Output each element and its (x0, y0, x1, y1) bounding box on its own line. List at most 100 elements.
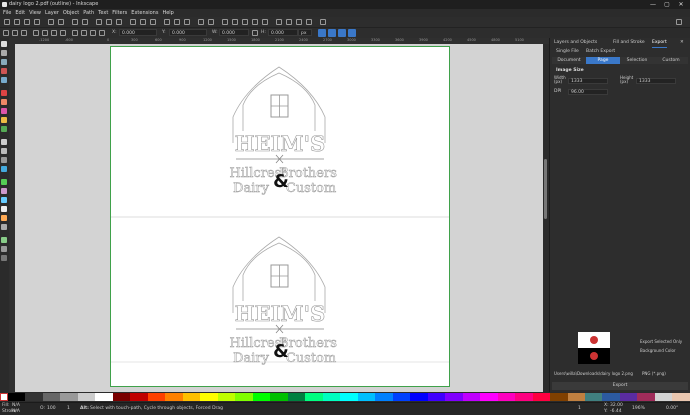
zoom-field[interactable]: 196% (632, 406, 645, 411)
save-icon[interactable] (24, 19, 30, 25)
height-field[interactable]: 1333 (636, 78, 676, 84)
export-button[interactable]: Export (552, 382, 688, 390)
color-palette[interactable] (0, 392, 690, 402)
move-gradients-icon[interactable] (338, 29, 346, 37)
color-swatch[interactable] (567, 393, 585, 401)
import-icon[interactable] (48, 19, 54, 25)
color-swatch[interactable] (147, 393, 166, 401)
subtab-custom[interactable]: Custom (654, 57, 688, 64)
color-swatch[interactable] (550, 393, 568, 401)
spiral-tool-icon[interactable] (1, 126, 7, 132)
undo-icon[interactable] (72, 19, 78, 25)
paste-icon[interactable] (116, 19, 122, 25)
y-input[interactable]: 0.000 (169, 29, 207, 36)
color-swatch[interactable] (165, 393, 183, 401)
color-swatch[interactable] (340, 393, 358, 401)
menu-text[interactable]: Text (98, 10, 108, 16)
clone-icon[interactable] (174, 19, 180, 25)
document-properties-icon[interactable] (286, 19, 292, 25)
color-swatch[interactable] (392, 393, 411, 401)
color-swatch[interactable] (270, 393, 288, 401)
gradient-tool-icon[interactable] (1, 206, 7, 212)
color-swatch[interactable] (532, 393, 551, 401)
group-icon[interactable] (198, 19, 204, 25)
menu-file[interactable]: File (3, 10, 11, 16)
redo-icon[interactable] (82, 19, 88, 25)
text-tool-icon[interactable] (1, 166, 7, 172)
flip-vertical-icon[interactable] (60, 30, 66, 36)
no-paint-swatch[interactable] (0, 393, 8, 401)
layer-indicator[interactable]: 1 (67, 406, 70, 411)
lpe-tool-icon[interactable] (1, 246, 7, 252)
stroke-value[interactable]: N/A (12, 409, 20, 414)
ellipse-tool-icon[interactable] (1, 108, 7, 114)
document-page[interactable]: HEIM'S Hillcrest Brothers Dairy Custom &… (110, 46, 450, 387)
export-icon[interactable] (58, 19, 64, 25)
rectangle-tool-icon[interactable] (1, 90, 7, 96)
color-swatch[interactable] (60, 393, 78, 401)
color-swatch[interactable] (42, 393, 61, 401)
page-indicator[interactable]: 1 (578, 406, 581, 411)
color-swatch[interactable] (217, 393, 236, 401)
snap-toggle-icon[interactable] (320, 19, 326, 25)
lock-ratio-icon[interactable] (252, 30, 258, 36)
subtab-selection[interactable]: Selection (620, 57, 654, 64)
raise-to-top-icon[interactable] (72, 30, 78, 36)
star-tool-icon[interactable] (1, 117, 7, 123)
dpi-field[interactable]: 96.00 (568, 89, 608, 95)
single-file-option[interactable]: Single File (556, 48, 579, 56)
tab-export[interactable]: Export (652, 39, 667, 48)
zoom-tool-icon[interactable] (1, 68, 7, 74)
lower-to-bottom-icon[interactable] (99, 30, 105, 36)
export-format-select[interactable]: PNG (*.png) (642, 370, 666, 378)
color-swatch[interactable] (584, 393, 603, 401)
tweak-tool-icon[interactable] (1, 59, 7, 65)
x-input[interactable]: 0.000 (119, 29, 157, 36)
menu-layer[interactable]: Layer (45, 10, 59, 16)
color-swatch[interactable] (497, 393, 516, 401)
color-swatch[interactable] (619, 393, 638, 401)
color-swatch[interactable] (235, 393, 253, 401)
height-input[interactable]: 0.000 (268, 29, 298, 36)
layers-icon[interactable] (242, 19, 248, 25)
rotate-cw-icon[interactable] (42, 30, 48, 36)
mesh-tool-icon[interactable] (1, 215, 7, 221)
color-swatch[interactable] (445, 393, 463, 401)
zoom-out-icon[interactable] (306, 19, 312, 25)
color-swatch[interactable] (375, 393, 393, 401)
tab-fill-and-stroke[interactable]: Fill and Stroke (613, 39, 645, 47)
cut-icon[interactable] (106, 19, 112, 25)
background-color-label[interactable]: Background Color (640, 347, 676, 355)
opacity-value[interactable]: 100 (47, 406, 56, 411)
open-file-icon[interactable] (14, 19, 20, 25)
command-palette-icon[interactable] (676, 19, 682, 25)
menu-extensions[interactable]: Extensions (131, 10, 158, 16)
color-swatch[interactable] (112, 393, 131, 401)
menu-help[interactable]: Help (162, 10, 173, 16)
paint-bucket-tool-icon[interactable] (1, 197, 7, 203)
calligraphy-tool-icon[interactable] (1, 157, 7, 163)
width-input[interactable]: 0.000 (219, 29, 249, 36)
pen-tool-icon[interactable] (1, 148, 7, 154)
color-swatch[interactable] (410, 393, 428, 401)
menu-path[interactable]: Path (83, 10, 94, 16)
color-swatch[interactable] (182, 393, 201, 401)
tab-layers-and-objects[interactable]: Layers and Objects (554, 39, 597, 47)
scale-corners-icon[interactable] (328, 29, 336, 37)
dropper-tool-icon[interactable] (1, 224, 7, 230)
unit-select[interactable]: px (298, 29, 312, 36)
export-filepath[interactable]: Users\willa\Downloads\dairy logo 2.png (554, 370, 633, 378)
color-swatch[interactable] (480, 393, 498, 401)
fill-value[interactable]: N/A (12, 403, 20, 408)
subtab-page[interactable]: Page (586, 57, 620, 64)
drawing-canvas[interactable]: HEIM'S Hillcrest Brothers Dairy Custom &… (15, 44, 543, 392)
pencil-tool-icon[interactable] (1, 139, 7, 145)
deselect-icon[interactable] (21, 30, 27, 36)
unlink-clone-icon[interactable] (184, 19, 190, 25)
duplicate-icon[interactable] (164, 19, 170, 25)
color-swatch[interactable] (25, 393, 43, 401)
preferences-icon[interactable] (276, 19, 282, 25)
batch-export-option[interactable]: Batch Export (586, 48, 615, 56)
color-swatch[interactable] (200, 393, 218, 401)
lower-icon[interactable] (90, 30, 96, 36)
